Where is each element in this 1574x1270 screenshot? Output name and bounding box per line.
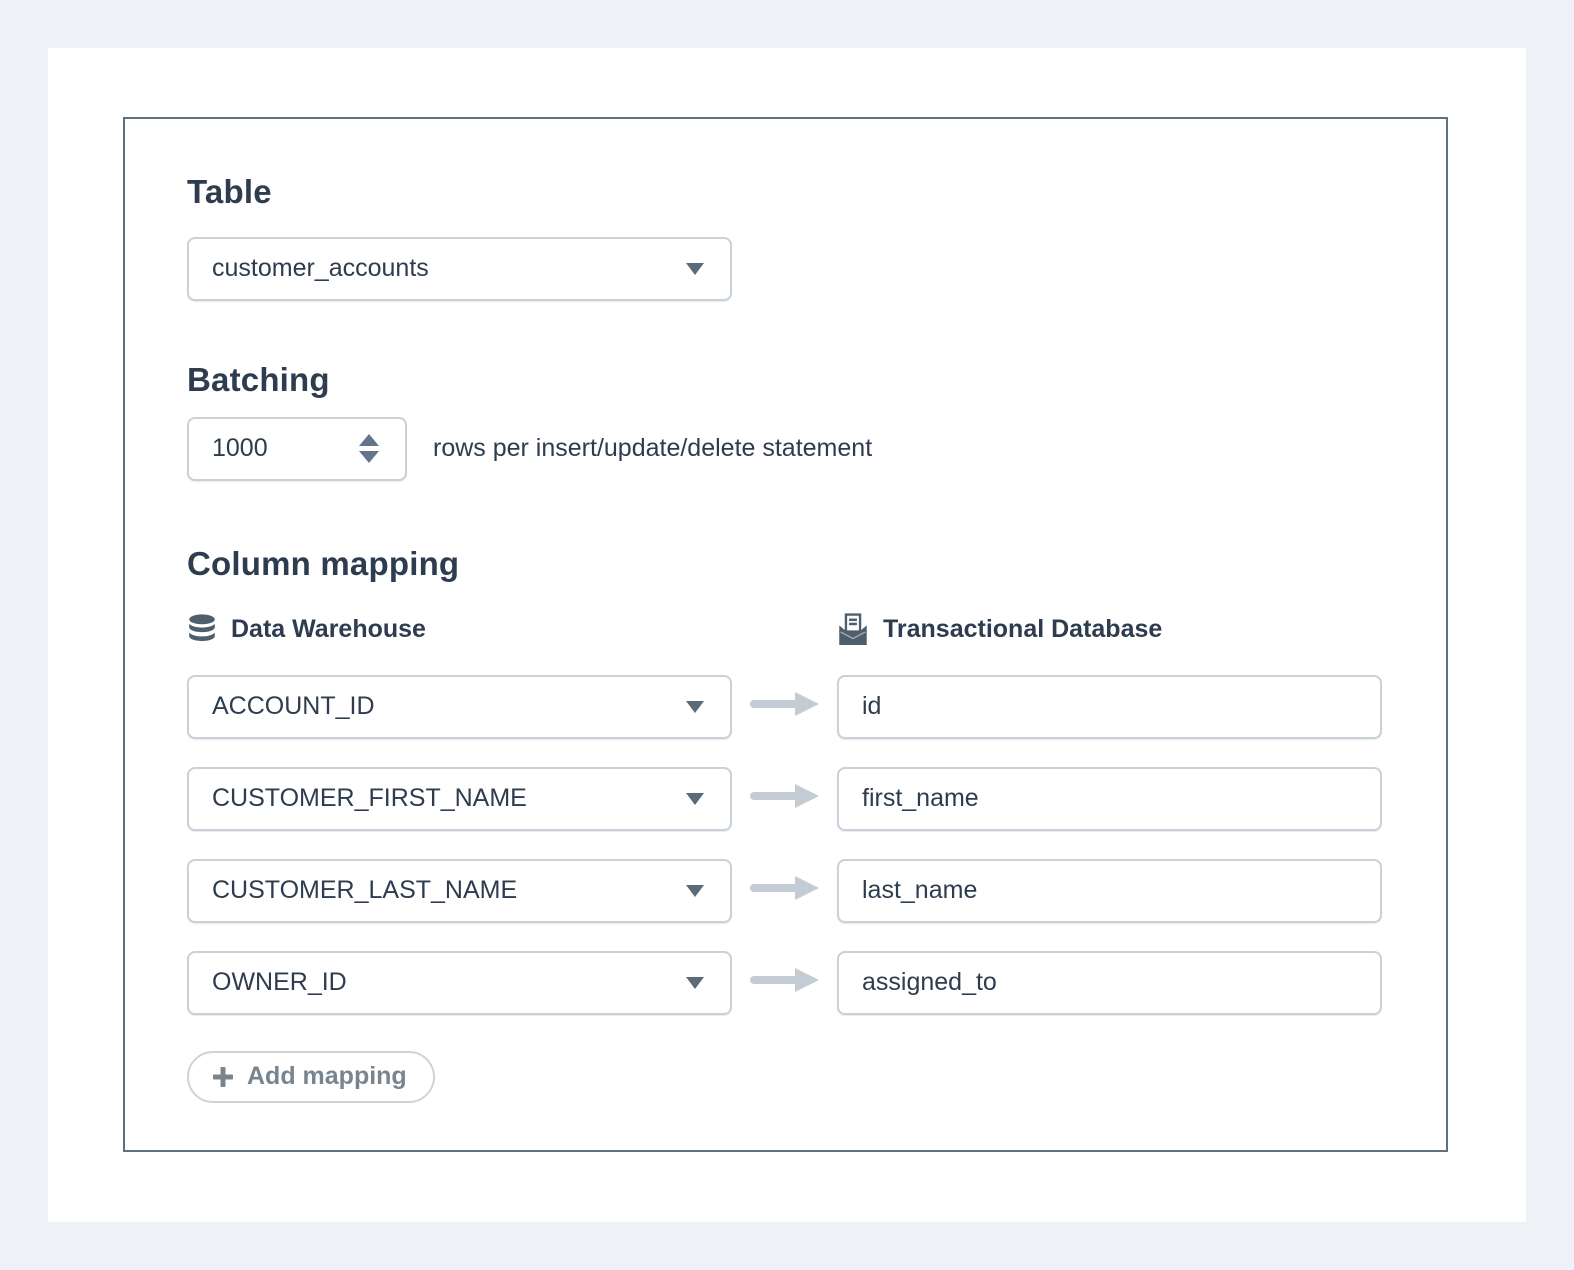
source-column-header-label: Data Warehouse <box>231 615 426 644</box>
caret-down-icon <box>686 263 704 275</box>
caret-down-icon <box>686 977 704 989</box>
mapping-row: ACCOUNT_ID <box>187 675 1384 739</box>
right-arrow-icon <box>749 690 821 723</box>
target-column-input[interactable] <box>837 767 1382 831</box>
mapping-row: CUSTOMER_FIRST_NAME <box>187 767 1384 831</box>
source-column-select[interactable]: CUSTOMER_FIRST_NAME <box>187 767 732 831</box>
table-section-heading: Table <box>187 173 1384 211</box>
batch-size-stepper[interactable]: 1000 <box>187 417 407 481</box>
open-envelope-icon <box>837 613 869 647</box>
mapping-row: CUSTOMER_LAST_NAME <box>187 859 1384 923</box>
sync-config-panel: Table customer_accounts Batching 1000 ro… <box>123 117 1448 1152</box>
batching-section-heading: Batching <box>187 361 1384 399</box>
column-mapping-heading: Column mapping <box>187 545 1384 583</box>
batch-size-value: 1000 <box>212 434 268 463</box>
table-select[interactable]: customer_accounts <box>187 237 732 301</box>
target-column-header-label: Transactional Database <box>883 615 1162 644</box>
right-arrow-icon <box>749 782 821 815</box>
mapping-row: OWNER_ID <box>187 951 1384 1015</box>
source-column-value: CUSTOMER_LAST_NAME <box>212 876 517 905</box>
plus-icon <box>211 1065 235 1089</box>
database-icon <box>187 614 217 646</box>
source-column-value: CUSTOMER_FIRST_NAME <box>212 784 527 813</box>
batch-unit-description: rows per insert/update/delete statement <box>433 434 872 463</box>
target-column-input[interactable] <box>837 859 1382 923</box>
source-column-value: OWNER_ID <box>212 968 347 997</box>
caret-down-icon <box>686 793 704 805</box>
target-column-input[interactable] <box>837 675 1382 739</box>
source-column-value: ACCOUNT_ID <box>212 692 375 721</box>
page-background: Table customer_accounts Batching 1000 ro… <box>0 0 1574 1270</box>
mapping-column-headers: Data Warehouse Tran <box>187 613 1384 647</box>
caret-down-icon <box>686 885 704 897</box>
right-arrow-icon <box>749 966 821 999</box>
caret-down-icon <box>686 701 704 713</box>
add-mapping-button-label: Add mapping <box>247 1062 407 1091</box>
right-arrow-icon <box>749 874 821 907</box>
content-card: Table customer_accounts Batching 1000 ro… <box>48 48 1526 1222</box>
stepper-down-icon[interactable] <box>359 451 379 463</box>
source-column-select[interactable]: CUSTOMER_LAST_NAME <box>187 859 732 923</box>
table-select-value: customer_accounts <box>212 254 429 283</box>
target-column-input[interactable] <box>837 951 1382 1015</box>
source-column-select[interactable]: OWNER_ID <box>187 951 732 1015</box>
add-mapping-button[interactable]: Add mapping <box>187 1051 435 1103</box>
stepper-up-icon[interactable] <box>359 434 379 446</box>
target-column-header: Transactional Database <box>837 613 1382 647</box>
source-column-select[interactable]: ACCOUNT_ID <box>187 675 732 739</box>
source-column-header: Data Warehouse <box>187 614 732 646</box>
